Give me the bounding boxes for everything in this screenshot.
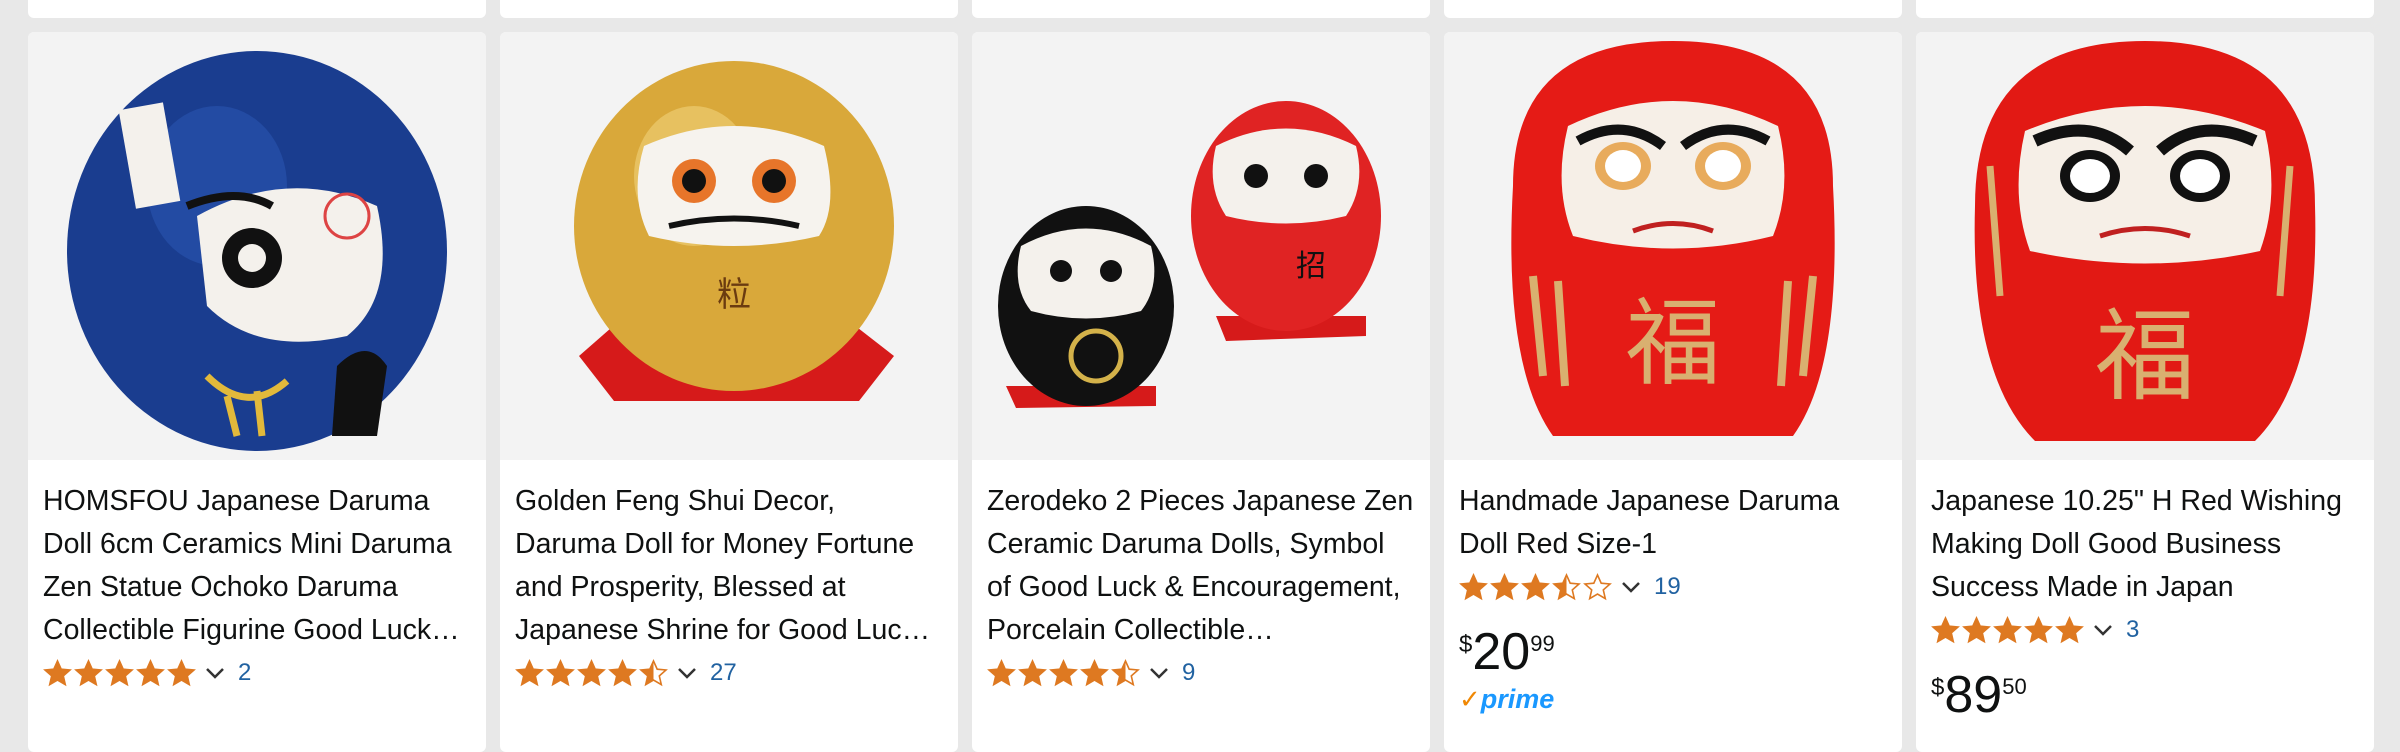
price-fraction: 50 — [2002, 674, 2027, 699]
price-symbol: $ — [1931, 674, 1945, 701]
star-full-icon — [1459, 572, 1488, 600]
price[interactable]: $ 89 50 — [1931, 667, 2359, 723]
chevron-down-icon[interactable] — [202, 660, 228, 686]
product-card[interactable]: 粒 Golden Feng Shui Decor, Daruma Doll fo… — [500, 32, 958, 752]
prime-badge: ✓ prime — [1459, 684, 1887, 715]
star-full-icon — [577, 658, 606, 686]
svg-text:招: 招 — [1296, 249, 1326, 284]
two-daruma-image: 招 — [998, 101, 1381, 408]
star-full-icon — [105, 658, 134, 686]
previous-row-strip — [0, 0, 2400, 32]
product-image[interactable]: 招 — [972, 32, 1430, 460]
star-empty-icon — [1583, 572, 1612, 600]
product-title[interactable]: HOMSFOU Japanese Daruma Doll 6cm Ceramic… — [43, 480, 471, 652]
product-title[interactable]: Handmade Japanese Daruma Doll Red Size-1 — [1459, 480, 1887, 566]
red-daruma-image: 福 — [1511, 41, 1835, 436]
product-image[interactable] — [28, 32, 486, 460]
star-full-icon — [2055, 615, 2084, 643]
star-full-icon — [1018, 658, 1047, 686]
price-fraction: 99 — [1530, 631, 1555, 656]
star-full-icon — [987, 658, 1016, 686]
svg-text:福: 福 — [1625, 289, 1720, 399]
product-title[interactable]: Japanese 10.25" H Red Wishing Making Dol… — [1931, 480, 2359, 609]
star-rating[interactable] — [43, 658, 198, 688]
star-rating[interactable] — [1931, 615, 2086, 645]
previous-card-edge — [1916, 0, 2374, 18]
star-full-icon — [2024, 615, 2053, 643]
gold-daruma-image: 粒 — [574, 61, 894, 401]
chevron-down-icon[interactable] — [2090, 617, 2116, 643]
star-full-icon — [1962, 615, 1991, 643]
star-full-icon — [136, 658, 165, 686]
star-full-icon — [43, 658, 72, 686]
star-full-icon — [515, 658, 544, 686]
star-full-icon — [1490, 572, 1519, 600]
rating-row: 3 — [1931, 611, 2359, 649]
price-whole: 89 — [1944, 666, 2003, 724]
svg-text:福: 福 — [2095, 298, 2195, 415]
previous-card-edge — [972, 0, 1430, 18]
prime-check-icon: ✓ — [1459, 684, 1481, 714]
star-rating[interactable] — [515, 658, 670, 688]
star-rating[interactable] — [987, 658, 1142, 688]
review-count[interactable]: 19 — [1654, 573, 1681, 601]
rating-row: 27 — [515, 654, 943, 692]
prime-label: prime — [1480, 684, 1555, 714]
previous-card-edge — [500, 0, 958, 18]
star-half-icon — [639, 658, 668, 686]
product-card[interactable]: 招 Zerodeko 2 Pieces Japanese Zen Ceramic… — [972, 32, 1430, 752]
blue-daruma-image — [67, 51, 447, 451]
star-half-icon — [1552, 572, 1581, 600]
product-image[interactable]: 粒 — [500, 32, 958, 460]
review-count[interactable]: 3 — [2126, 616, 2139, 644]
product-image[interactable]: 福 — [1916, 32, 2374, 460]
rating-row: 2 — [43, 654, 471, 692]
review-count[interactable]: 27 — [710, 659, 737, 687]
star-full-icon — [1931, 615, 1960, 643]
star-half-icon — [1111, 658, 1140, 686]
review-count[interactable]: 9 — [1182, 659, 1195, 687]
star-full-icon — [74, 658, 103, 686]
product-card[interactable]: 福 Japanese 10.25" H Red Wishing Making D… — [1916, 32, 2374, 752]
rating-row: 19 — [1459, 568, 1887, 606]
star-rating[interactable] — [1459, 572, 1614, 602]
chevron-down-icon[interactable] — [1618, 574, 1644, 600]
price-whole: 20 — [1472, 623, 1531, 681]
review-count[interactable]: 2 — [238, 659, 251, 687]
product-image[interactable]: 福 — [1444, 32, 1902, 460]
star-full-icon — [1521, 572, 1550, 600]
large-red-daruma-image: 福 — [1974, 41, 2316, 441]
previous-card-edge — [1444, 0, 1902, 18]
product-title[interactable]: Golden Feng Shui Decor, Daruma Doll for … — [515, 480, 943, 652]
svg-text:粒: 粒 — [717, 275, 751, 315]
star-full-icon — [546, 658, 575, 686]
product-card[interactable]: 福 Handmade Japanese Daruma Doll Red Size… — [1444, 32, 1902, 752]
previous-card-edge — [28, 0, 486, 18]
product-title[interactable]: Zerodeko 2 Pieces Japanese Zen Ceramic D… — [987, 480, 1415, 652]
star-full-icon — [1993, 615, 2022, 643]
star-full-icon — [1080, 658, 1109, 686]
star-full-icon — [167, 658, 196, 686]
star-full-icon — [608, 658, 637, 686]
rating-row: 9 — [987, 654, 1415, 692]
price-symbol: $ — [1459, 631, 1473, 658]
product-card[interactable]: HOMSFOU Japanese Daruma Doll 6cm Ceramic… — [28, 32, 486, 752]
price[interactable]: $ 20 99 — [1459, 624, 1887, 680]
chevron-down-icon[interactable] — [1146, 660, 1172, 686]
star-full-icon — [1049, 658, 1078, 686]
chevron-down-icon[interactable] — [674, 660, 700, 686]
